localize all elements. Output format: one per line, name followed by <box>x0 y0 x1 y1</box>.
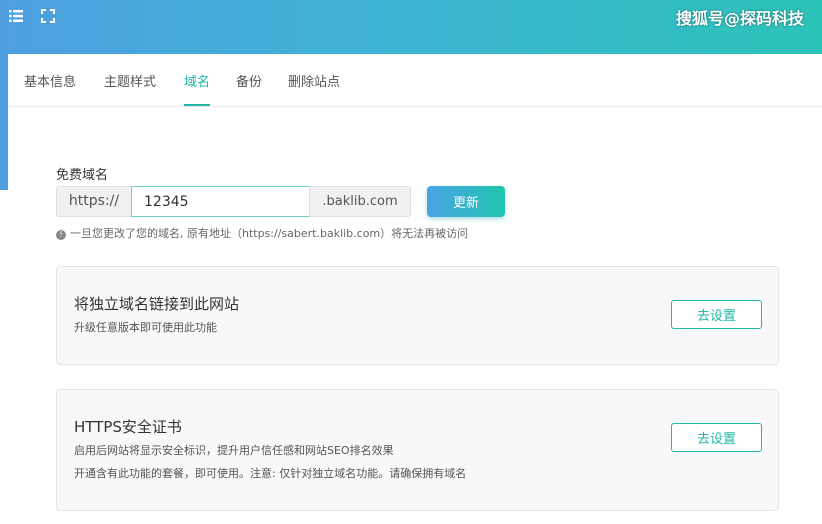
custom-domain-card: 将独立域名链接到此网站 升级任意版本即可使用此功能 去设置 <box>56 266 779 365</box>
settings-panel: 基本信息 主题样式 域名 备份 删除站点 免费域名 https:// .bakl… <box>8 54 822 524</box>
subdomain-input[interactable] <box>131 186 310 217</box>
custom-domain-desc: 升级任意版本即可使用此功能 <box>74 321 217 334</box>
https-desc-1: 启用后网站将显示安全标识，提升用户信任感和网站SEO排名效果 <box>74 444 394 457</box>
info-icon: ! <box>56 230 66 240</box>
domain-prefix: https:// <box>56 186 132 217</box>
https-setup-button[interactable]: 去设置 <box>671 423 762 452</box>
domain-change-note: ! 一旦您更改了您的域名, 原有地址（https://sabert.baklib.… <box>56 225 468 241</box>
tab-basic-info[interactable]: 基本信息 <box>24 71 76 105</box>
free-domain-label: 免费域名 <box>56 168 109 183</box>
custom-domain-setup-button[interactable]: 去设置 <box>671 300 762 329</box>
list-icon[interactable] <box>9 9 23 23</box>
tab-theme-style[interactable]: 主题样式 <box>104 71 156 105</box>
tab-backup[interactable]: 备份 <box>236 71 262 105</box>
fullscreen-icon[interactable] <box>41 9 55 23</box>
https-card: HTTPS安全证书 启用后网站将显示安全标识，提升用户信任感和网站SEO排名效果… <box>56 389 779 511</box>
watermark-text: 搜狐号@探码科技 <box>675 9 804 28</box>
custom-domain-title: 将独立域名链接到此网站 <box>74 295 240 313</box>
https-title: HTTPS安全证书 <box>74 418 182 436</box>
https-desc-2: 开通含有此功能的套餐，即可使用。注意: 仅针对独立域名功能。请确保拥有域名 <box>74 467 467 480</box>
tab-domain[interactable]: 域名 <box>184 71 211 106</box>
settings-tabs: 基本信息 主题样式 域名 备份 删除站点 <box>8 54 822 107</box>
tab-delete-site[interactable]: 删除站点 <box>288 71 340 105</box>
update-button[interactable]: 更新 <box>427 186 505 217</box>
domain-change-note-text: 一旦您更改了您的域名, 原有地址（https://sabert.baklib.c… <box>70 227 469 240</box>
domain-suffix: .baklib.com <box>309 186 411 217</box>
